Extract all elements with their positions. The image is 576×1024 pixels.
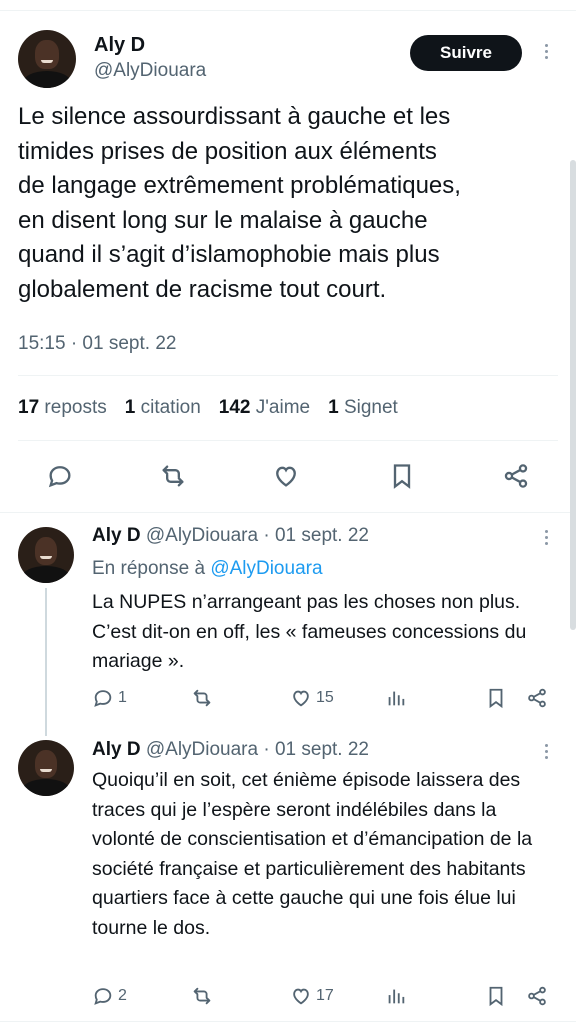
tweet-text: Le silence assourdissant à gauche et les… [18, 103, 461, 303]
repost-icon[interactable] [190, 687, 214, 709]
bookmarks-stat[interactable]: 1 Signet [328, 397, 398, 419]
views-icon[interactable] [385, 985, 407, 1007]
tweet-timestamp[interactable]: 15:15 · 01 sept. 22 [18, 333, 176, 355]
reply-to-handle[interactable]: @AlyDiouara [210, 558, 322, 579]
tweet-actions [40, 458, 540, 494]
divider [0, 512, 576, 513]
author-name[interactable]: Aly D [94, 34, 145, 57]
bookmark-icon[interactable] [485, 687, 507, 709]
divider [0, 1021, 576, 1022]
follow-button[interactable]: Suivre [410, 35, 522, 71]
share-icon[interactable] [502, 462, 530, 490]
likes-stat[interactable]: 142 J'aime [219, 397, 310, 419]
share-icon[interactable] [526, 985, 548, 1007]
author-handle[interactable]: @AlyDiouara [94, 60, 206, 82]
bookmark-icon[interactable] [485, 985, 507, 1007]
avatar[interactable] [18, 527, 74, 583]
top-divider [0, 10, 576, 11]
reply-icon[interactable] [46, 462, 74, 490]
reply-header[interactable]: Aly D @AlyDiouara · 01 sept. 22 [92, 739, 369, 761]
more-icon[interactable] [543, 44, 549, 59]
divider [18, 440, 558, 441]
reply-text: La NUPES n’arrangeant pas les choses non… [92, 591, 527, 672]
avatar[interactable] [18, 30, 76, 88]
reply-header[interactable]: Aly D @AlyDiouara · 01 sept. 22 [92, 525, 369, 547]
like-count: 15 [316, 689, 334, 706]
repost-icon[interactable] [190, 985, 214, 1007]
reply-count: 1 [118, 689, 127, 706]
views-icon[interactable] [385, 687, 407, 709]
avatar[interactable] [18, 740, 74, 796]
reply-icon[interactable]: 2 [92, 985, 127, 1007]
reply-icon[interactable]: 1 [92, 687, 127, 709]
reply-to-line: En réponse à @AlyDiouara [92, 558, 323, 579]
thread-line [45, 588, 47, 736]
heart-icon[interactable] [272, 462, 300, 490]
reply-count: 2 [118, 987, 127, 1004]
quotes-stat[interactable]: 1 citation [125, 397, 201, 419]
scrollbar[interactable] [570, 160, 576, 630]
bookmark-icon[interactable] [388, 462, 416, 490]
divider [18, 375, 558, 376]
more-icon[interactable] [543, 744, 549, 759]
heart-icon[interactable]: 15 [290, 687, 334, 709]
repost-icon[interactable] [158, 462, 188, 490]
heart-icon[interactable]: 17 [290, 985, 334, 1007]
reply-text: Quoiqu’il en soit, cet énième épisode la… [92, 769, 533, 939]
share-icon[interactable] [526, 687, 548, 709]
reposts-stat[interactable]: 17 reposts [18, 397, 107, 419]
like-count: 17 [316, 987, 334, 1004]
more-icon[interactable] [543, 530, 549, 545]
tweet-stats: 17 reposts 1 citation 142 J'aime 1 Signe… [18, 397, 398, 419]
